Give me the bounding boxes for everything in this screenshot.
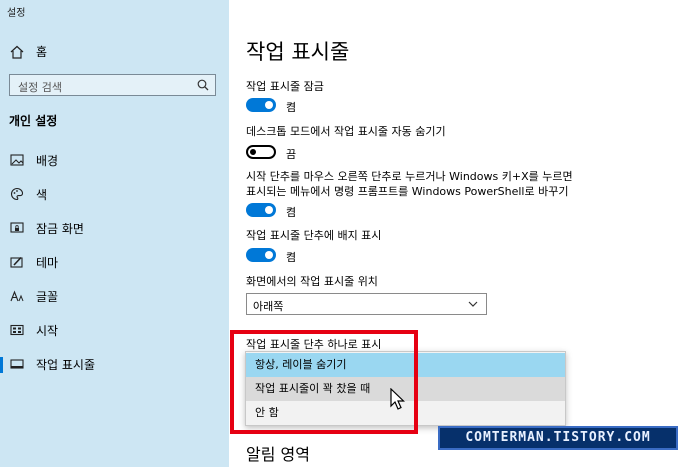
home-nav-item[interactable]: 홈 (10, 43, 47, 60)
sidebar-item-background[interactable]: 배경 (10, 150, 58, 170)
home-label: 홈 (36, 45, 48, 59)
sidebar-item-label: 잠금 화면 (36, 221, 84, 236)
position-dropdown[interactable]: 아래쪽 (246, 293, 487, 315)
sidebar-item-theme[interactable]: 테마 (10, 252, 58, 272)
sidebar-item-start[interactable]: 시작 (10, 320, 58, 340)
palette-icon (11, 187, 24, 201)
sidebar-item-label: 테마 (36, 255, 59, 270)
image-icon (10, 154, 24, 166)
highlight-box (230, 330, 418, 434)
lock-taskbar-toggle[interactable] (246, 98, 276, 112)
font-icon (10, 290, 24, 302)
badges-label: 작업 표시줄 단추에 배지 표시 (246, 229, 382, 242)
watermark-banner: COMTERMAN.TISTORY.COM (438, 426, 678, 450)
lock-screen-icon (10, 222, 24, 233)
toggle-state-text: 켬 (286, 206, 297, 219)
start-grid-icon (10, 324, 24, 336)
toggle-state-text: 켬 (286, 251, 297, 264)
sidebar-item-label: 색 (36, 187, 48, 202)
search-icon (197, 79, 209, 91)
auto-hide-label: 데스크톱 모드에서 작업 표시줄 자동 숨기기 (246, 125, 446, 138)
powershell-label-line2: 표시되는 메뉴에서 명령 프롬프트를 Windows PowerShell로 바… (246, 185, 569, 198)
app-title: 설정 (7, 8, 26, 19)
theme-brush-icon (10, 256, 23, 268)
toggle-state-text: 끔 (286, 148, 297, 161)
sidebar-item-lock-screen[interactable]: 잠금 화면 (10, 218, 84, 238)
badges-toggle[interactable] (246, 248, 276, 262)
search-input[interactable]: 설정 검색 (9, 74, 216, 96)
powershell-label-line1: 시작 단추를 마우스 오른쪽 단추로 누르거나 Windows 키+X를 누르면 (246, 170, 573, 183)
active-indicator (0, 357, 3, 373)
section-title: 개인 설정 (9, 114, 58, 128)
sidebar-item-label: 시작 (36, 323, 59, 338)
sidebar-item-fonts[interactable]: 글꼴 (10, 286, 58, 306)
position-value: 아래쪽 (253, 300, 284, 313)
sidebar-item-label: 글꼴 (36, 289, 59, 304)
sidebar-item-label: 배경 (36, 153, 59, 168)
sidebar: 설정 홈 설정 검색 개인 설정 배경 색 잠금 화면 테마 글꼴 시작 작업 … (0, 0, 229, 467)
page-title: 작업 표시줄 (246, 40, 350, 64)
search-placeholder: 설정 검색 (18, 81, 62, 94)
chevron-down-icon (468, 301, 478, 307)
powershell-toggle[interactable] (246, 203, 276, 217)
sidebar-item-taskbar[interactable]: 작업 표시줄 (10, 354, 95, 374)
lock-taskbar-label: 작업 표시줄 잠금 (246, 80, 324, 93)
home-icon (10, 45, 24, 59)
toggle-state-text: 켬 (286, 101, 297, 114)
notification-area-heading: 알림 영역 (246, 445, 310, 464)
sidebar-item-color[interactable]: 색 (10, 184, 47, 204)
taskbar-icon (10, 359, 24, 369)
mouse-cursor-icon (390, 388, 405, 410)
position-label: 화면에서의 작업 표시줄 위치 (246, 275, 378, 288)
auto-hide-toggle[interactable] (246, 145, 276, 159)
sidebar-item-label: 작업 표시줄 (36, 357, 96, 372)
